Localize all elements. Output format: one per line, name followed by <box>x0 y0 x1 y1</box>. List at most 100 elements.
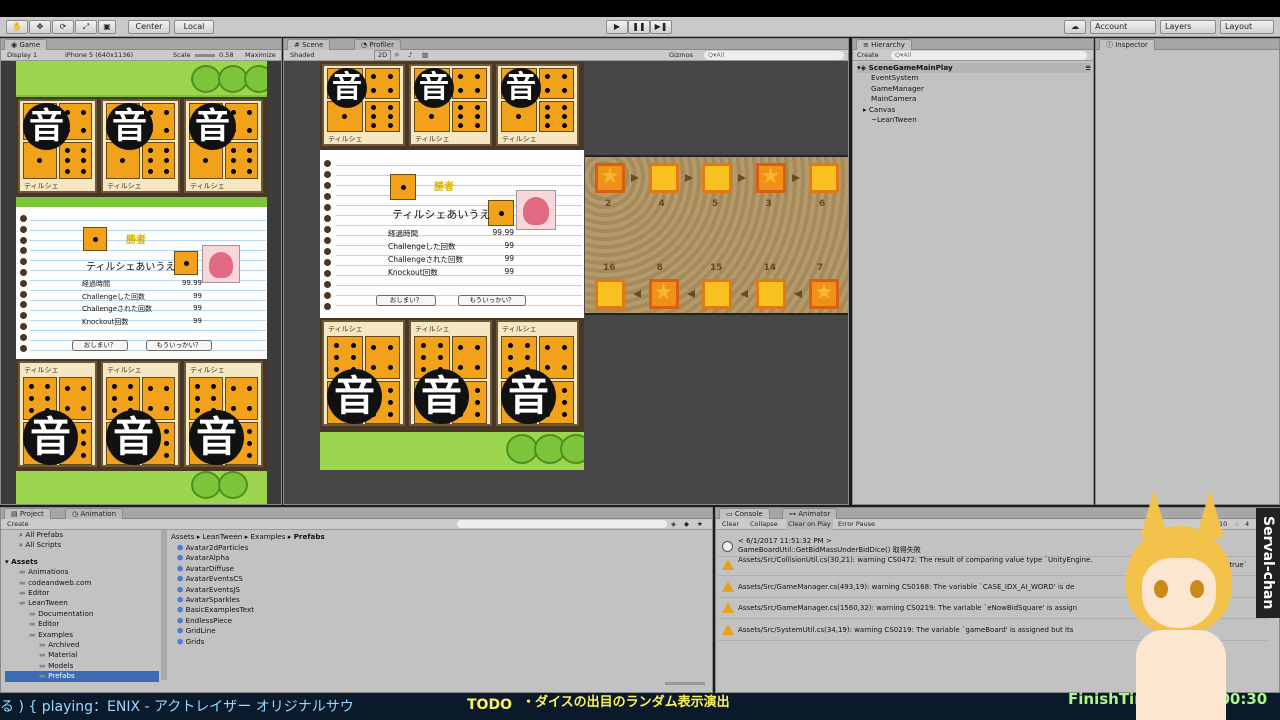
board-square[interactable] <box>755 279 786 309</box>
prefab-item[interactable]: ⬢ AvatarAlpha <box>177 553 477 563</box>
console-error-pause-toggle[interactable]: Error Pause <box>838 519 875 530</box>
board-square[interactable] <box>648 163 679 193</box>
folder-item[interactable]: ▬ codeandweb.com <box>5 578 159 588</box>
character-card[interactable]: ティルシェ音 <box>496 64 579 146</box>
step-icon[interactable]: ▶❚ <box>650 20 672 34</box>
assets-root[interactable]: ▾ Assets <box>5 557 159 567</box>
tab-animator[interactable]: ⊶ Animator <box>782 508 838 519</box>
scene-menu-icon[interactable]: ≡ <box>1085 63 1091 73</box>
prefab-item[interactable]: ⬢ Grids <box>177 637 477 647</box>
hierarchy-search-input[interactable]: Q▾All <box>891 51 1087 60</box>
folder-item[interactable]: ▬ Examples <box>5 630 159 640</box>
layout-dropdown[interactable]: Layout <box>1220 20 1274 34</box>
folder-item[interactable]: ▬ Editor <box>5 588 159 598</box>
folder-item[interactable]: ▬ Documentation <box>5 609 159 619</box>
layers-dropdown[interactable]: Layers <box>1160 20 1216 34</box>
center-toggle[interactable]: Center <box>128 20 170 34</box>
folder-item[interactable]: ▬ Prefabs <box>5 671 159 682</box>
hierarchy-item[interactable]: ~LeanTween <box>857 115 1091 125</box>
breadcrumb-item[interactable]: Assets <box>171 532 194 541</box>
light-toggle-icon[interactable]: ☼ <box>394 50 400 61</box>
prefab-item[interactable]: ⬢ AvatarEventsCS <box>177 574 477 584</box>
mode-2d-toggle[interactable]: 2D <box>374 50 392 61</box>
hierarchy-create-button[interactable]: Create <box>857 50 879 61</box>
character-card[interactable]: ティルシェ音 <box>18 99 97 193</box>
prefab-item[interactable]: ⬢ AvatarDiffuse <box>177 564 477 574</box>
folder-item[interactable]: ▬ Models <box>5 661 159 671</box>
console-clear-button[interactable]: Clear <box>722 519 739 530</box>
board-star-square[interactable]: ★ <box>755 163 786 193</box>
prefab-item[interactable]: ⬢ Avatar2dParticles <box>177 543 477 553</box>
folder-item[interactable]: ▬ Material <box>5 650 159 660</box>
tab-profiler[interactable]: ◔ Profiler <box>354 39 401 50</box>
filter-label-icon[interactable]: ◆ <box>684 519 689 530</box>
resolution-dropdown[interactable]: iPhone 5 (640x1136) <box>65 50 133 61</box>
breadcrumb-item[interactable]: Examples <box>251 532 286 541</box>
audio-toggle-icon[interactable]: ♪ <box>408 50 412 61</box>
tab-scene[interactable]: # Scene <box>287 39 331 50</box>
character-card[interactable]: ティルシェ音 <box>101 99 180 193</box>
board-star-square[interactable]: ★ <box>648 279 679 309</box>
console-clear-on-play-toggle[interactable]: Clear on Play <box>786 519 833 530</box>
scene-retry-button[interactable]: もういっかい？ <box>458 295 526 306</box>
folder-item[interactable]: ▬ LeanTween <box>5 598 159 608</box>
rotate-tool-icon[interactable]: ⟳ <box>52 20 74 34</box>
account-dropdown[interactable]: Account <box>1090 20 1156 34</box>
play-icon[interactable]: ▶ <box>606 20 628 34</box>
folder-scrollbar[interactable] <box>161 530 167 680</box>
display-dropdown[interactable]: Display 1 <box>7 50 37 61</box>
icon-size-slider[interactable] <box>665 682 705 685</box>
pause-icon[interactable]: ❚❚ <box>628 20 650 34</box>
character-card[interactable]: ティルシェ音 <box>101 361 180 467</box>
tab-console[interactable]: ▭ Console <box>719 508 770 519</box>
scale-tool-icon[interactable]: ⤢ <box>75 20 97 34</box>
character-card[interactable]: ティルシェ音 <box>496 320 579 426</box>
tab-animation[interactable]: ◷ Animation <box>65 508 124 519</box>
prefab-item[interactable]: ⬢ AvatarEventsJS <box>177 585 477 595</box>
folder-item[interactable]: ▬ Archived <box>5 640 159 650</box>
board-square[interactable] <box>702 163 732 193</box>
board-square[interactable] <box>595 279 625 309</box>
move-tool-icon[interactable]: ✥ <box>29 20 51 34</box>
scene-search-input[interactable]: Q▾All <box>704 51 844 60</box>
scene-root[interactable]: ▾◈ SceneGameMainPlay ≡ <box>857 63 1091 74</box>
breadcrumb-item[interactable]: LeanTween <box>203 532 243 541</box>
board-star-square[interactable]: ★ <box>809 279 839 309</box>
prefab-item[interactable]: ⬢ EndlessPiece <box>177 616 477 626</box>
local-toggle[interactable]: Local <box>174 20 214 34</box>
favorite-item[interactable]: ⌕ All Prefabs <box>5 530 159 540</box>
prefab-item[interactable]: ⬢ GridLine <box>177 626 477 636</box>
scale-slider[interactable] <box>195 54 215 57</box>
star-filter-icon[interactable]: ★ <box>697 519 703 530</box>
prefab-item[interactable]: ⬢ BasicExamplesText <box>177 605 477 615</box>
hierarchy-item[interactable]: MainCamera <box>857 94 1091 104</box>
filter-type-icon[interactable]: ◈ <box>671 519 676 530</box>
retry-button[interactable]: もういっかい？ <box>146 340 212 351</box>
board-star-square[interactable]: ★ <box>595 163 625 193</box>
favorite-item[interactable]: ⌕ All Scripts <box>5 540 159 550</box>
tab-project[interactable]: ▤ Project <box>4 508 51 519</box>
tab-hierarchy[interactable]: ≡ Hierarchy <box>856 39 912 50</box>
character-card[interactable]: ティルシェ音 <box>184 99 263 193</box>
hierarchy-item[interactable]: GameManager <box>857 84 1091 94</box>
character-card[interactable]: ティルシェ音 <box>322 64 405 146</box>
character-card[interactable]: ティルシェ音 <box>409 320 492 426</box>
project-search-input[interactable] <box>457 520 667 528</box>
effects-toggle-icon[interactable]: ▨ <box>422 50 428 61</box>
hierarchy-item-canvas[interactable]: ▸ Canvas <box>857 105 1091 115</box>
rect-tool-icon[interactable]: ▣ <box>98 20 116 34</box>
tab-inspector[interactable]: ⓘ Inspector <box>1099 39 1155 50</box>
cloud-icon[interactable]: ☁ <box>1064 20 1086 34</box>
character-card[interactable]: ティルシェ音 <box>18 361 97 467</box>
character-card[interactable]: ティルシェ音 <box>409 64 492 146</box>
character-card[interactable]: ティルシェ音 <box>184 361 263 467</box>
project-create-button[interactable]: Create <box>7 519 29 530</box>
board-square[interactable] <box>702 279 732 309</box>
prefab-item[interactable]: ⬢ AvatarSparkles <box>177 595 477 605</box>
board-square[interactable] <box>809 163 839 193</box>
tab-game[interactable]: ◉ Game <box>4 39 48 50</box>
character-card[interactable]: ティルシェ音 <box>322 320 405 426</box>
shading-dropdown[interactable]: Shaded <box>290 50 314 61</box>
quit-button[interactable]: おしまい？ <box>72 340 128 351</box>
console-collapse-toggle[interactable]: Collapse <box>750 519 778 530</box>
